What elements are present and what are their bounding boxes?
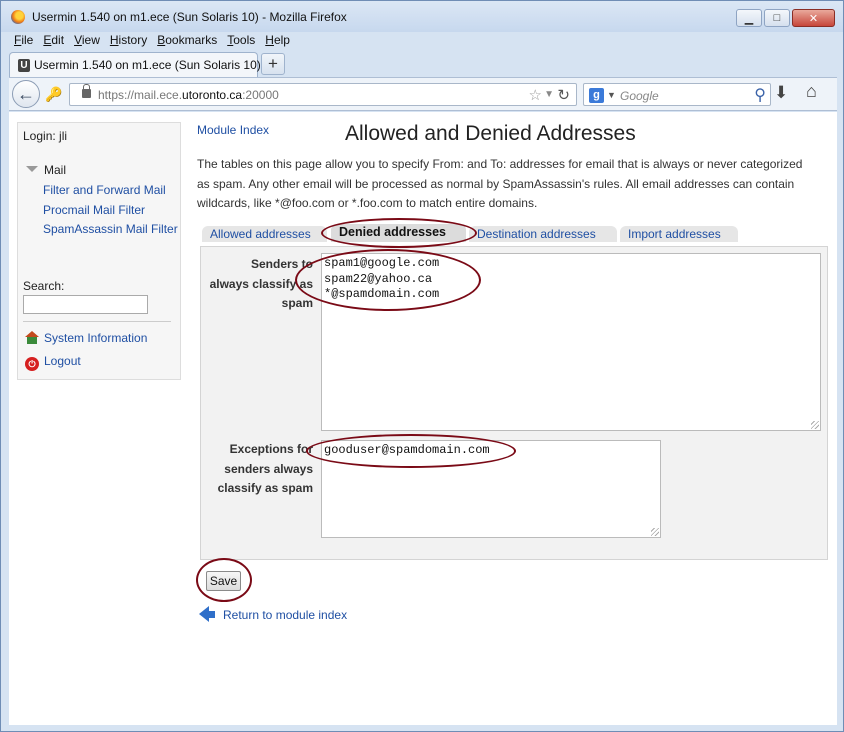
magnifier-icon[interactable]: ⚲: [754, 85, 766, 105]
tab-allowed-addresses[interactable]: Allowed addresses: [202, 226, 327, 242]
window-controls: ▁ □ ✕: [736, 9, 835, 27]
navigation-toolbar: ← 🔑 https://mail.ece.utoronto.ca:20000 ☆…: [9, 77, 837, 111]
url-bar[interactable]: https://mail.ece.utoronto.ca:20000 ☆ ▼ ↻: [69, 83, 577, 106]
tab-denied-addresses[interactable]: Denied addresses: [331, 224, 466, 242]
url-dropdown-icon[interactable]: ▼: [544, 89, 554, 100]
url-prefix: https://mail.ece.: [98, 88, 183, 102]
menu-bookmarks[interactable]: Bookmarks: [152, 32, 222, 50]
senders-textarea[interactable]: spam1@google.com spam22@yahoo.ca *@spamd…: [321, 253, 821, 431]
browser-window: Usermin 1.540 on m1.ece (Sun Solaris 10)…: [0, 0, 844, 732]
resize-grip-icon[interactable]: [651, 528, 659, 536]
module-index-link[interactable]: Module Index: [197, 123, 269, 137]
menu-file[interactable]: File: [9, 32, 38, 50]
menu-edit[interactable]: Edit: [38, 32, 69, 50]
collapse-triangle-icon: [26, 166, 38, 172]
sidebar-divider: [23, 321, 171, 322]
maximize-button[interactable]: □: [764, 9, 790, 27]
menu-view[interactable]: View: [69, 32, 105, 50]
menu-tools[interactable]: Tools: [222, 32, 260, 50]
sidebar: Login: jli Mail Filter and Forward Mail …: [17, 122, 181, 380]
mail-section[interactable]: Mail: [26, 163, 66, 177]
usermin-favicon-icon: U: [18, 59, 30, 72]
title-bar: Usermin 1.540 on m1.ece (Sun Solaris 10)…: [1, 1, 843, 32]
mail-section-label: Mail: [44, 163, 67, 177]
search-label: Search:: [23, 279, 65, 293]
back-arrow-tail: [209, 611, 215, 618]
browser-tab[interactable]: U Usermin 1.540 on m1.ece (Sun Solaris 1…: [9, 52, 261, 77]
lock-icon: [82, 84, 91, 98]
sidebar-item-spamassassin[interactable]: SpamAssassin Mail Filter: [43, 220, 178, 240]
logout-link[interactable]: Logout: [44, 354, 81, 368]
save-button[interactable]: Save: [206, 571, 241, 591]
page-title: Allowed and Denied Addresses: [345, 122, 636, 145]
tab-strip: U Usermin 1.540 on m1.ece (Sun Solaris 1…: [9, 51, 837, 77]
home-icon[interactable]: ⌂: [806, 81, 817, 102]
reload-icon[interactable]: ↻: [557, 86, 570, 104]
sidebar-links: Filter and Forward Mail Procmail Mail Fi…: [43, 181, 178, 240]
logout-item[interactable]: ⏻ Logout: [25, 354, 81, 371]
search-placeholder: Google: [620, 89, 659, 103]
intro-text: The tables on this page allow you to spe…: [197, 157, 803, 210]
senders-label: Senders to always classify as spam: [209, 257, 313, 310]
login-label: Login: jli: [23, 129, 68, 143]
key-icon: 🔑: [45, 86, 63, 102]
back-arrow-icon: [199, 606, 209, 622]
return-link-row[interactable]: Return to module index: [199, 606, 347, 622]
power-icon: ⏻: [25, 357, 39, 371]
google-icon[interactable]: g: [589, 88, 604, 103]
exceptions-label: Exceptions for senders always classify a…: [217, 442, 313, 495]
resize-grip-icon[interactable]: [811, 421, 819, 429]
menu-bar: File Edit View History Bookmarks Tools H…: [9, 32, 295, 50]
window-title: Usermin 1.540 on m1.ece (Sun Solaris 10)…: [32, 10, 347, 24]
sidebar-item-filter-forward[interactable]: Filter and Forward Mail: [43, 181, 178, 201]
search-engine-dropdown-icon[interactable]: ▼: [607, 90, 616, 100]
tab-destination-addresses[interactable]: Destination addresses: [469, 226, 617, 242]
close-button[interactable]: ✕: [792, 9, 835, 27]
url-suffix: :20000: [242, 88, 279, 102]
minimize-button[interactable]: ▁: [736, 9, 762, 27]
new-tab-button[interactable]: +: [261, 53, 285, 75]
browser-tab-label: Usermin 1.540 on m1.ece (Sun Solaris 10): [34, 58, 261, 72]
bookmark-star-icon[interactable]: ☆: [529, 86, 542, 104]
search-input[interactable]: [23, 295, 148, 314]
exceptions-textarea[interactable]: gooduser@spamdomain.com: [321, 440, 661, 538]
menu-history[interactable]: History: [105, 32, 152, 50]
sidebar-item-procmail[interactable]: Procmail Mail Filter: [43, 201, 178, 221]
system-information-link[interactable]: System Information: [44, 331, 147, 345]
search-bar[interactable]: g ▼ Google ⚲: [583, 83, 771, 106]
url-domain: utoronto.ca: [182, 88, 243, 102]
system-information-item[interactable]: System Information: [25, 331, 147, 345]
tab-import-addresses[interactable]: Import addresses: [620, 226, 738, 242]
back-arrow-icon[interactable]: ←: [12, 80, 40, 108]
download-icon[interactable]: ⬇: [774, 83, 788, 103]
page-viewport: Login: jli Mail Filter and Forward Mail …: [9, 112, 837, 725]
menu-help[interactable]: Help: [260, 32, 295, 50]
firefox-icon: [11, 10, 25, 24]
house-icon: [25, 331, 39, 344]
url-text: https://mail.ece.utoronto.ca:20000: [98, 88, 279, 102]
denied-addresses-form: Senders to always classify as spam spam1…: [200, 246, 828, 560]
return-to-module-index-link[interactable]: Return to module index: [223, 608, 347, 622]
